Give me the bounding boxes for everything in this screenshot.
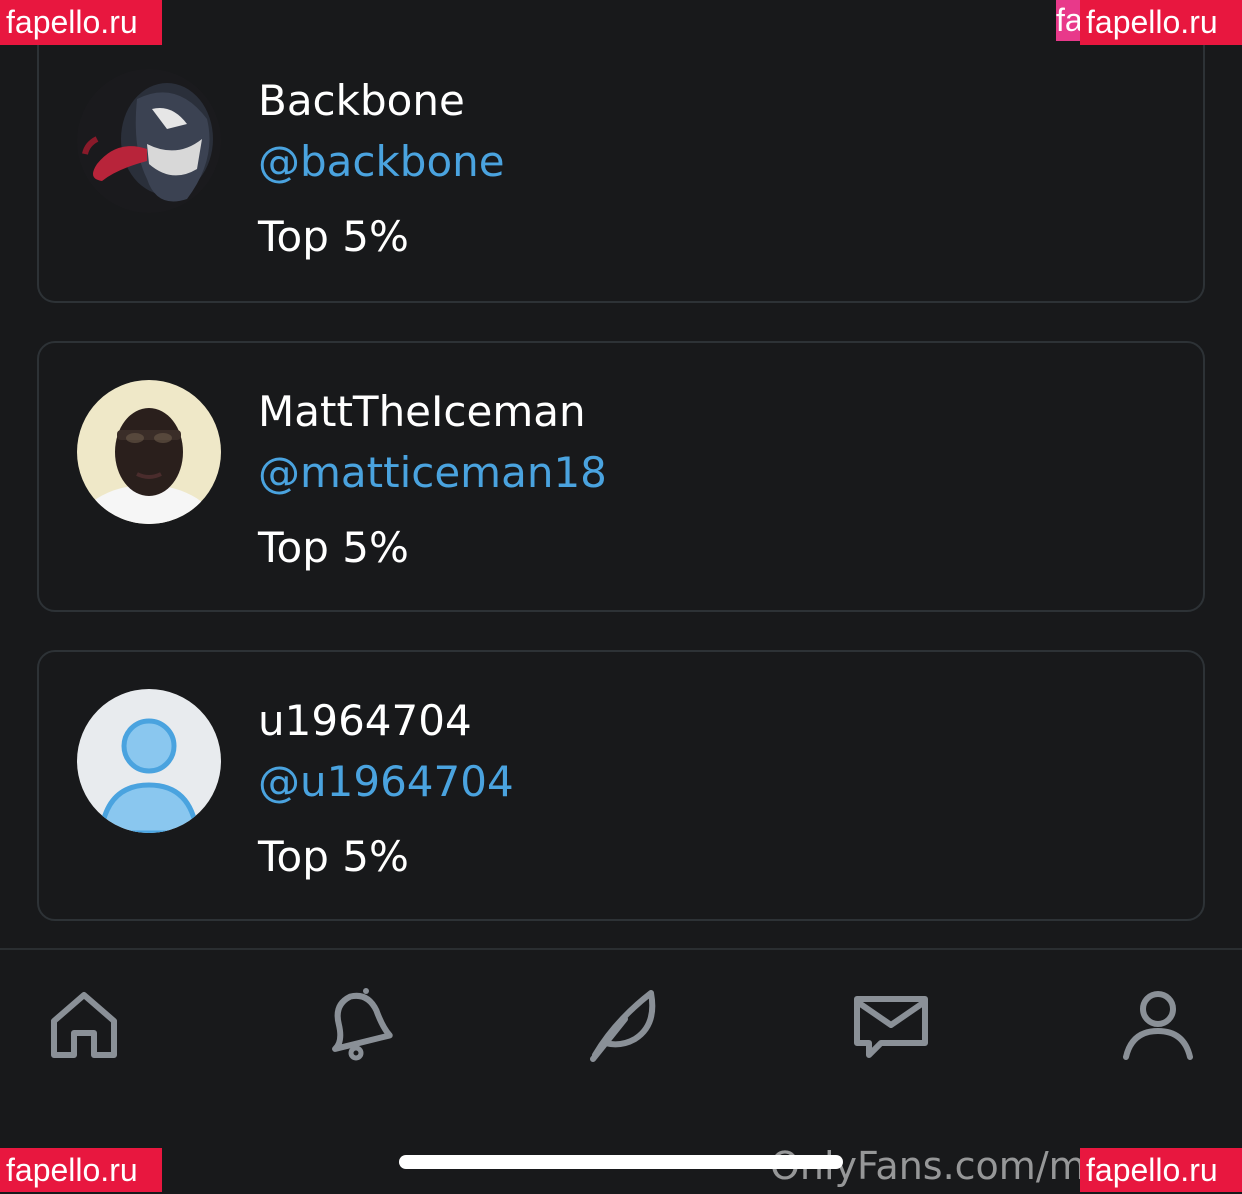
nav-feed-button[interactable]	[576, 980, 666, 1070]
watermark: fapello.ru	[0, 0, 162, 45]
bell-icon	[332, 988, 393, 1061]
profile-icon	[1123, 991, 1193, 1060]
nav-messages-button[interactable]	[846, 980, 936, 1070]
user-handle[interactable]: @backbone	[258, 137, 505, 187]
user-name[interactable]: MattTheIceman	[258, 387, 586, 437]
user-name[interactable]: Backbone	[258, 76, 465, 126]
user-card[interactable]: MattTheIceman @matticeman18 Top 5%	[37, 341, 1205, 612]
home-icon	[51, 992, 117, 1058]
avatar[interactable]	[77, 69, 221, 213]
screen: Backbone @backbone Top 5% MattTheIceman …	[0, 0, 1242, 1194]
nav-home-button[interactable]	[39, 980, 129, 1070]
user-name[interactable]: u1964704	[258, 696, 472, 746]
user-handle[interactable]: @u1964704	[258, 757, 514, 807]
user-handle[interactable]: @matticeman18	[258, 448, 607, 498]
watermark: fapello.ru	[0, 1148, 162, 1192]
avatar[interactable]	[77, 689, 221, 833]
watermark-partial: fa	[1056, 0, 1082, 41]
photo-avatar-icon	[77, 380, 221, 524]
nav-profile-button[interactable]	[1113, 980, 1203, 1070]
user-rank: Top 5%	[258, 832, 409, 881]
watermark: fapello.ru	[1080, 1148, 1242, 1192]
watermark: fapello.ru	[1080, 0, 1242, 45]
message-icon	[854, 996, 928, 1058]
venom-avatar-icon	[77, 69, 221, 213]
user-card[interactable]: u1964704 @u1964704 Top 5%	[37, 650, 1205, 921]
user-rank: Top 5%	[258, 523, 409, 572]
default-user-icon	[77, 689, 221, 833]
url-watermark: OnlyFans.com/ms	[770, 1144, 1106, 1188]
user-rank: Top 5%	[258, 212, 409, 261]
nav-notifications-button[interactable]	[309, 980, 399, 1070]
user-card[interactable]: Backbone @backbone Top 5%	[37, 30, 1205, 303]
avatar[interactable]	[77, 380, 221, 524]
feather-icon	[590, 990, 656, 1062]
